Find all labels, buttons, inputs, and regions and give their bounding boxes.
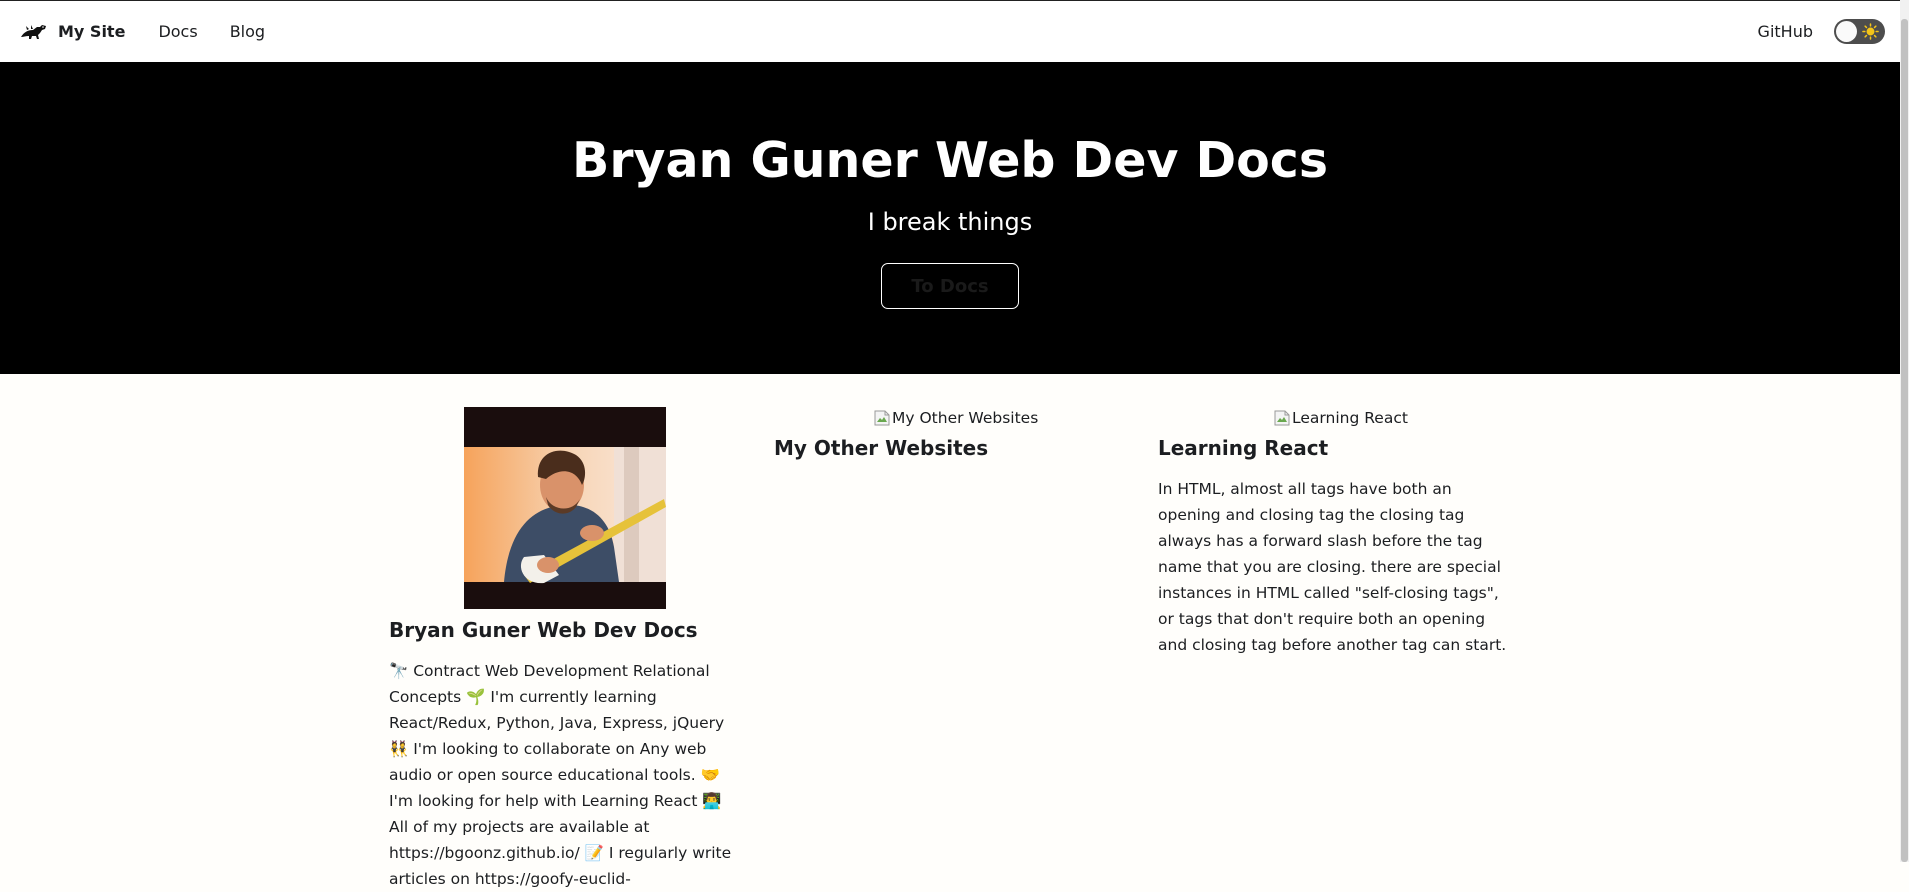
to-docs-button[interactable]: To Docs xyxy=(881,263,1019,309)
hero-title: Bryan Guner Web Dev Docs xyxy=(571,132,1329,189)
github-link[interactable]: GitHub xyxy=(1758,22,1813,41)
brand-title: My Site xyxy=(58,22,126,41)
theme-toggle[interactable] xyxy=(1834,19,1885,44)
feature-image: Learning React xyxy=(1274,409,1408,427)
hero-banner: Bryan Guner Web Dev Docs I break things … xyxy=(0,62,1900,374)
broken-image-icon xyxy=(1274,410,1290,426)
feature-image: My Other Websites xyxy=(874,409,1038,427)
feature-title: Bryan Guner Web Dev Docs xyxy=(389,618,698,642)
toggle-knob xyxy=(1836,21,1857,42)
feature-image-alt: My Other Websites xyxy=(892,409,1039,427)
guitar-player-photo xyxy=(464,407,666,609)
navbar-right: GitHub xyxy=(1758,1,1885,62)
broken-image-icon xyxy=(874,410,890,426)
feature-title: My Other Websites xyxy=(774,436,989,460)
page-scrollbar[interactable] xyxy=(1900,0,1909,862)
feature-title: Learning React xyxy=(1158,436,1329,460)
sun-icon xyxy=(1862,23,1879,40)
nav-link-blog[interactable]: Blog xyxy=(230,22,265,41)
brand-link[interactable]: My Site xyxy=(18,20,125,44)
scrollbar-thumb[interactable] xyxy=(1901,19,1908,862)
nav-link-docs[interactable]: Docs xyxy=(158,22,197,41)
dinosaur-logo-icon xyxy=(21,24,46,39)
feature-image-alt: Learning React xyxy=(1292,409,1408,427)
profile-photo xyxy=(464,407,666,609)
feature-description: 🔭 Contract Web Development Relational Co… xyxy=(389,662,732,888)
feature-description: In HTML, almost all tags have both an op… xyxy=(1158,480,1507,654)
hero-subtitle: I break things xyxy=(867,208,1033,236)
navbar: My Site Docs Blog GitHub xyxy=(0,1,1900,62)
